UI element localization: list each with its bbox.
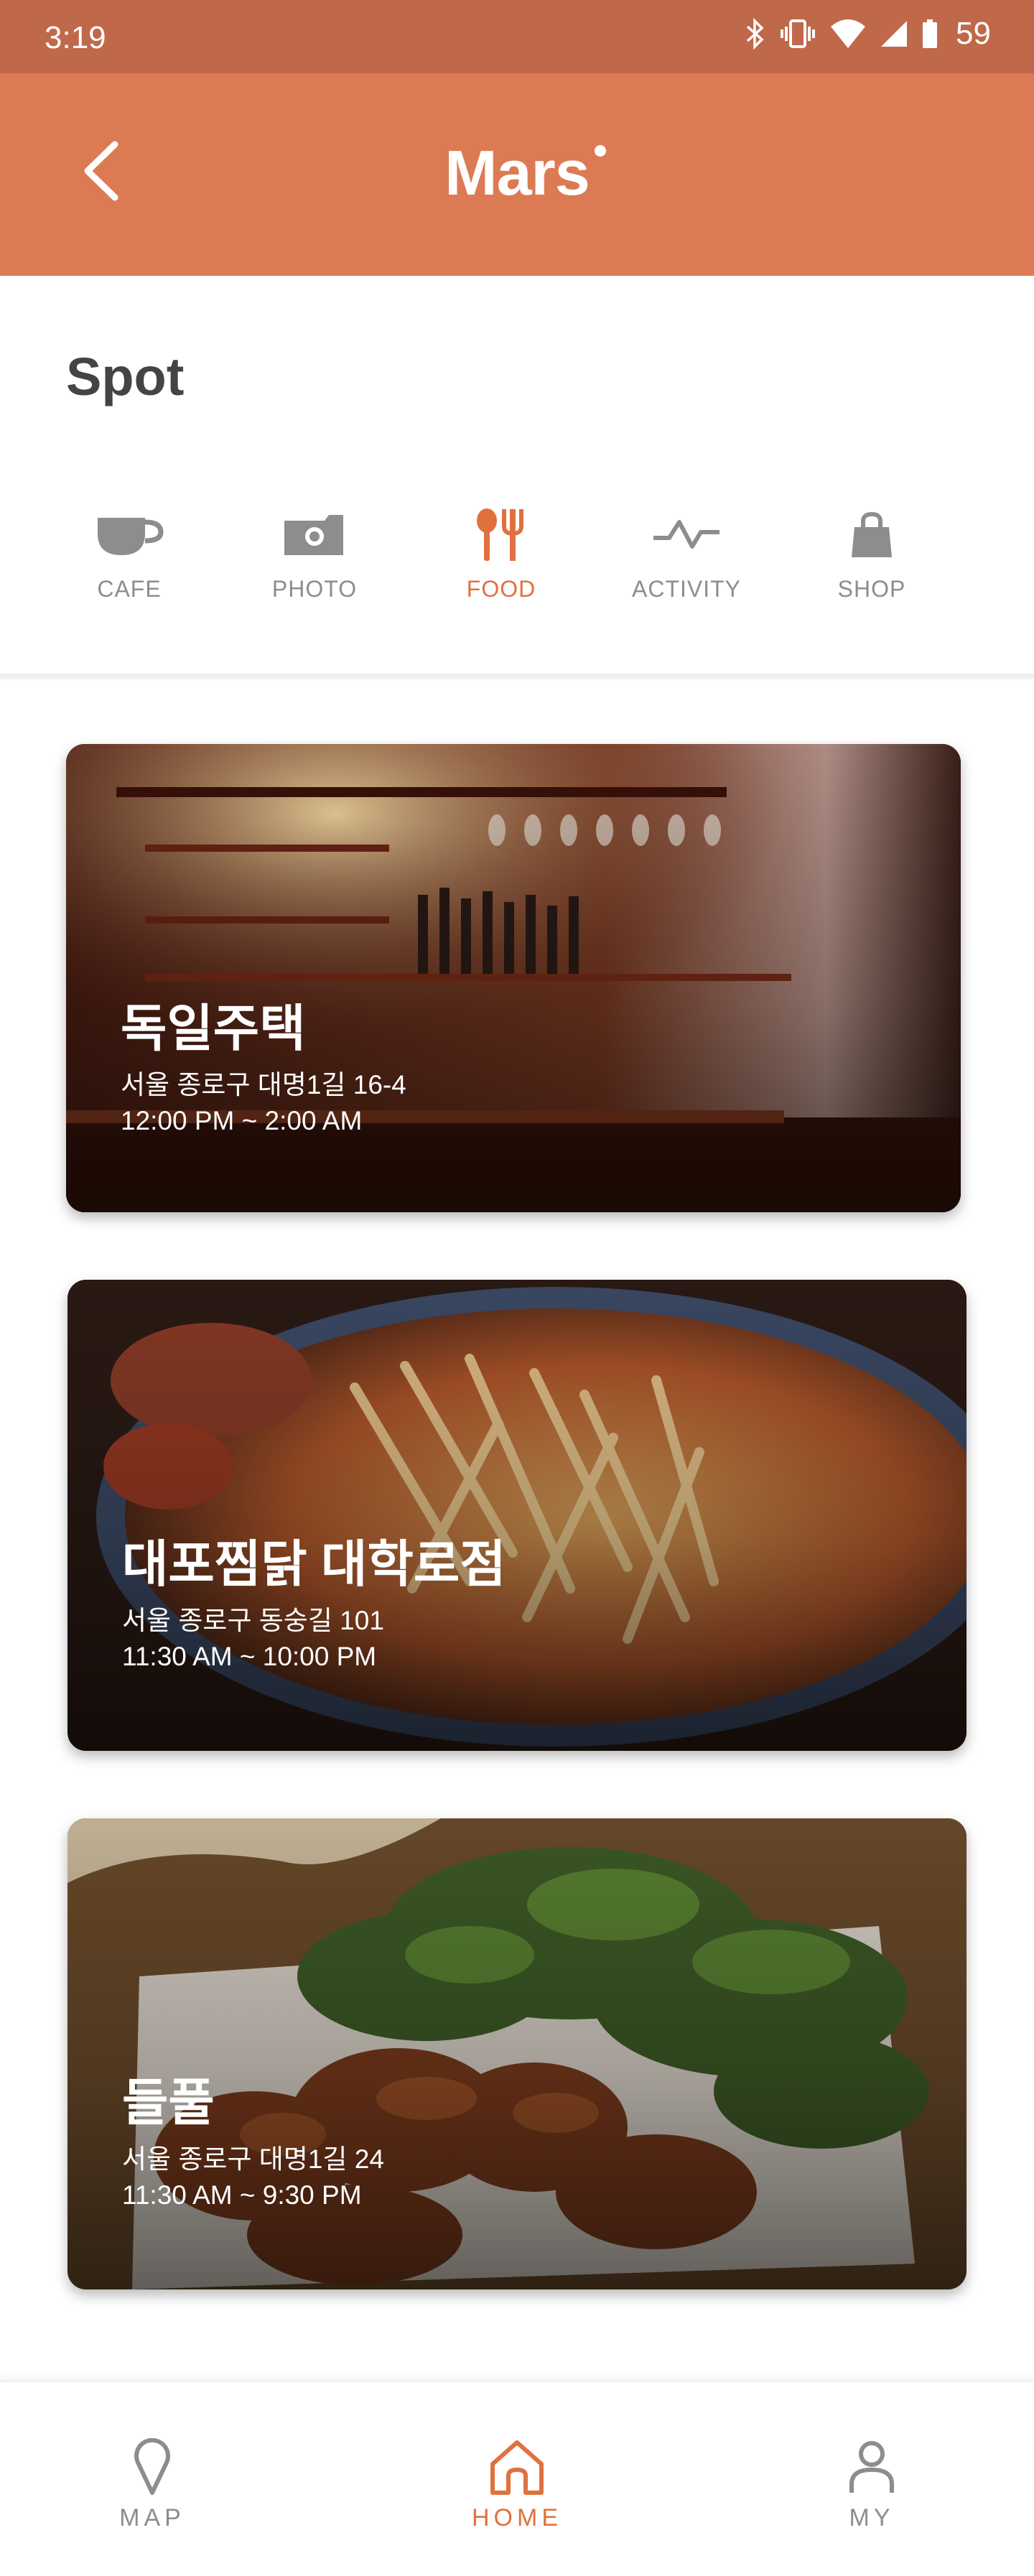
nav-map-label: MAP: [119, 2504, 185, 2531]
tab-cafe[interactable]: CAFE: [57, 503, 201, 603]
wifi-icon: [829, 18, 867, 50]
spot-name: 대포찜닭 대학로점: [122, 1536, 506, 1592]
camera-icon: [243, 503, 386, 567]
tab-photo[interactable]: PHOTO: [243, 503, 386, 603]
vibrate-icon: [779, 18, 816, 50]
nav-home-label: HOME: [472, 2504, 562, 2531]
bluetooth-icon: [745, 18, 766, 50]
spot-card[interactable]: 들풀 서울 종로구 대명1길 24 11:30 AM ~ 9:30 PM: [67, 1818, 967, 2289]
spot-hours: 12:00 PM ~ 2:00 AM: [121, 1106, 363, 1135]
category-tabs: CAFE PHOTO FOOD ACTIVITY SHOP: [0, 503, 1034, 632]
status-bar: 3:19 59: [0, 0, 1034, 73]
spot-card[interactable]: 독일주택 서울 종로구 대명1길 16-4 12:00 PM ~ 2:00 AM: [66, 744, 961, 1212]
fork-knife-icon: [429, 503, 573, 567]
home-icon: [431, 2432, 603, 2501]
spot-card[interactable]: 대포찜닭 대학로점 서울 종로구 동숭길 101 11:30 AM ~ 10:0…: [67, 1280, 967, 1751]
bottom-nav: MAP HOME MY: [0, 2381, 1034, 2576]
app-title: Mars: [444, 137, 590, 208]
cup-icon: [57, 503, 201, 567]
spot-hours: 11:30 AM ~ 10:00 PM: [122, 1642, 377, 1671]
status-time: 3:19: [45, 20, 106, 55]
title-dot-decoration: [595, 145, 606, 157]
tab-activity[interactable]: ACTIVITY: [615, 503, 758, 603]
card-overlay: [67, 1818, 967, 2289]
tab-shop[interactable]: SHOP: [800, 503, 944, 603]
user-icon: [786, 2432, 958, 2501]
app-bar: Mars: [0, 73, 1034, 276]
spot-address: 서울 종로구 대명1길 24: [122, 2144, 384, 2174]
spot-hours: 11:30 AM ~ 9:30 PM: [122, 2180, 362, 2210]
spot-name: 독일주택: [121, 1000, 306, 1056]
battery-level: 59: [956, 16, 991, 51]
status-icons: 59: [745, 16, 991, 52]
signal-icon: [880, 18, 908, 50]
spot-address: 서울 종로구 대명1길 16-4: [121, 1070, 406, 1099]
battery-icon: [921, 18, 938, 50]
spot-name: 들풀: [122, 2075, 215, 2131]
section-title: Spot: [66, 347, 185, 406]
nav-map[interactable]: MAP: [66, 2432, 238, 2532]
pulse-icon: [615, 503, 758, 567]
nav-my-label: MY: [849, 2504, 895, 2531]
tab-photo-label: PHOTO: [271, 576, 358, 602]
map-pin-icon: [66, 2432, 238, 2501]
tab-activity-label: ACTIVITY: [631, 576, 741, 602]
shopping-bag-icon: [800, 503, 944, 567]
spot-address: 서울 종로구 동숭길 101: [122, 1606, 384, 1635]
card-overlay: [67, 1280, 967, 1751]
tab-cafe-label: CAFE: [97, 576, 162, 602]
tab-food[interactable]: FOOD: [429, 503, 573, 603]
nav-my[interactable]: MY: [786, 2432, 958, 2532]
tab-shop-label: SHOP: [837, 576, 906, 602]
nav-home[interactable]: HOME: [431, 2432, 603, 2532]
tab-food-label: FOOD: [466, 576, 536, 602]
section-divider: [0, 674, 1034, 678]
card-overlay: [66, 744, 961, 1212]
